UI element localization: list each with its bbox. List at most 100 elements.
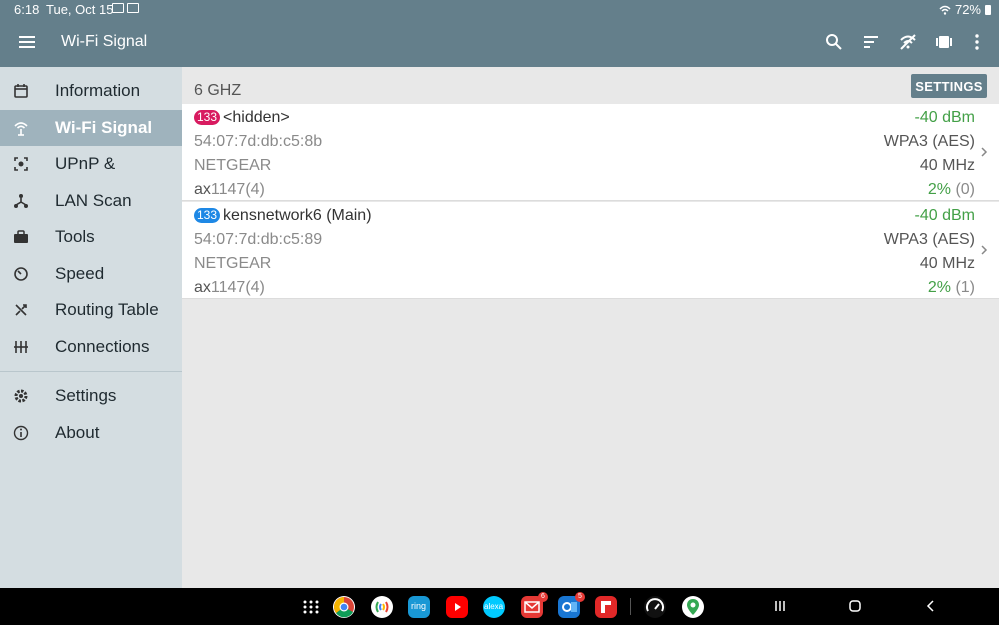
sidebar-item-label: Connections: [55, 336, 150, 356]
outlook-icon[interactable]: 5: [558, 592, 585, 618]
quality-percent: 2%: [927, 279, 951, 296]
mail-badge: 6: [538, 592, 548, 602]
taskbar: ring alexa 6 5: [0, 588, 999, 625]
main-content: 6 GHZ SETTINGS 133 <hidden> -40 dBm 54:07…: [182, 67, 999, 588]
message-notification-icon: [127, 3, 139, 13]
email-notification-icon: [112, 3, 124, 13]
toolbox-icon: [13, 229, 29, 245]
sidebar-item-tools[interactable]: Tools: [0, 219, 182, 256]
wifi-off-icon[interactable]: [898, 32, 918, 52]
standard-prefix: ax: [194, 279, 211, 296]
sidebar-item-information[interactable]: Information: [0, 73, 182, 110]
status-right: 72%: [939, 2, 991, 17]
battery-icon: [985, 4, 991, 15]
sidebar-item-label: About: [55, 422, 100, 442]
gear-icon: [13, 388, 29, 404]
bssid: 54:07:7d:db:c5:8b: [194, 133, 323, 150]
sidebar-item-label: Speed: [55, 263, 105, 283]
recents-icon[interactable]: [773, 599, 787, 613]
bssid: 54:07:7d:db:c5:89: [194, 231, 323, 248]
menu-icon[interactable]: [19, 36, 35, 48]
channel-width: 40 MHz: [919, 157, 975, 174]
standard: ax1147(4): [194, 181, 265, 199]
chrome-icon[interactable]: [333, 596, 355, 618]
standard-prefix: ax: [194, 181, 211, 198]
sidebar-item-wifi-signal[interactable]: Wi-Fi Signal: [0, 109, 182, 146]
sidebar-item-about[interactable]: About: [0, 415, 182, 452]
channel-width: 40 MHz: [919, 255, 975, 272]
channel-badge: 133: [194, 110, 221, 125]
alexa-text: alexa: [484, 602, 504, 611]
sidebar-item-settings[interactable]: Settings: [0, 378, 182, 415]
status-time: 6:18: [14, 2, 40, 17]
signal-strength: -40 dBm: [914, 207, 975, 224]
notification-icons: [112, 3, 139, 13]
wifi-status-icon: [939, 5, 951, 15]
settings-button[interactable]: SETTINGS: [911, 74, 987, 98]
quality: 2% (1): [928, 279, 975, 297]
chevron-right-icon: [979, 243, 989, 257]
sidebar-item-speed[interactable]: Speed: [0, 256, 182, 293]
calendar-icon: [13, 83, 29, 99]
network-row[interactable]: 133 <hidden> -40 dBm 54:07:7d:db:c5:8b WP…: [182, 104, 999, 201]
channel-badge: 133: [194, 208, 221, 223]
ring-text: ring: [411, 601, 427, 611]
sidebar: Information Wi-Fi Signal UPnP & LAN Scan…: [0, 67, 182, 588]
standard-rate: 1147(4): [210, 181, 265, 198]
sidebar-item-label: UPnP &: [55, 154, 116, 174]
nearby-icon[interactable]: [371, 596, 393, 618]
flipboard-icon[interactable]: [595, 596, 617, 618]
info-icon: [13, 425, 29, 441]
wifi-tower-icon: [13, 120, 29, 136]
chevron-right-icon: [979, 145, 989, 159]
maps-icon[interactable]: [682, 596, 704, 618]
sidebar-item-label: Wi-Fi Signal: [55, 117, 153, 137]
alexa-icon[interactable]: alexa: [483, 596, 505, 618]
status-date: Tue, Oct 15: [46, 2, 114, 17]
dock-divider: [630, 598, 631, 615]
network-ssid: kensnetwork6 (Main): [223, 207, 372, 224]
sort-icon[interactable]: [861, 32, 881, 52]
quality-count: (0): [955, 181, 975, 198]
quality-count: (1): [955, 279, 975, 296]
connections-icon: [13, 339, 29, 355]
sidebar-item-label: Settings: [55, 386, 117, 406]
routing-icon: [13, 302, 29, 318]
band-header: 6 GHZ SETTINGS: [182, 67, 999, 104]
status-bar: 6:18 Tue, Oct 15 72%: [0, 0, 999, 18]
quality-percent: 2%: [927, 181, 951, 198]
outlook-badge: 5: [575, 592, 585, 602]
sidebar-item-label: Tools: [55, 227, 95, 247]
home-icon[interactable]: [848, 599, 862, 613]
signal-strength: -40 dBm: [914, 109, 975, 126]
view-icon[interactable]: [934, 32, 954, 52]
app-grid-icon[interactable]: [300, 596, 322, 618]
vendor: NETGEAR: [194, 157, 272, 174]
more-vert-icon[interactable]: [967, 32, 987, 52]
network-title: 133 kensnetwork6 (Main): [194, 207, 372, 225]
mail-icon[interactable]: 6: [521, 592, 548, 618]
page-title: Wi-Fi Signal: [61, 33, 148, 50]
security: WPA3 (AES): [883, 231, 975, 248]
ring-icon[interactable]: ring: [408, 596, 430, 618]
network-row[interactable]: 133 kensnetwork6 (Main) -40 dBm 54:07:7d:…: [182, 202, 999, 299]
security: WPA3 (AES): [883, 133, 975, 150]
app-bar: Wi-Fi Signal: [0, 18, 999, 67]
sidebar-item-upnp[interactable]: UPnP &: [0, 146, 182, 183]
network-ssid: <hidden>: [223, 109, 290, 126]
search-icon[interactable]: [824, 32, 844, 52]
sidebar-item-connections[interactable]: Connections: [0, 329, 182, 366]
sidebar-item-label: Information: [55, 81, 141, 101]
sidebar-divider: [0, 371, 182, 372]
quality: 2% (0): [928, 181, 975, 199]
speedtest-icon[interactable]: [644, 596, 666, 618]
back-icon[interactable]: [924, 599, 938, 613]
sidebar-item-routing-table[interactable]: Routing Table: [0, 292, 182, 329]
vendor: NETGEAR: [194, 255, 272, 272]
youtube-icon[interactable]: [446, 596, 468, 618]
network-icon: [13, 193, 29, 209]
band-label: 6 GHZ: [194, 82, 242, 99]
standard: ax1147(4): [194, 279, 265, 297]
sidebar-item-lan-scan[interactable]: LAN Scan: [0, 183, 182, 220]
sidebar-item-label: LAN Scan: [55, 190, 132, 210]
